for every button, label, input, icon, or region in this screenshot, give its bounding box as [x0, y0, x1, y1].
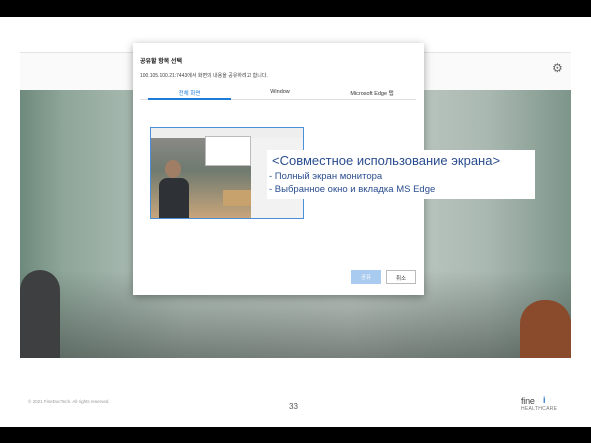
bottom-letterbox — [0, 427, 591, 443]
dialog-subtitle: 100.105.100.21:7443에서 화면의 내용을 공유하려고 합니다. — [140, 73, 268, 79]
company-logo: fine i HEALTHCARE — [521, 396, 561, 416]
thumbnail-inner-window — [205, 136, 251, 166]
annotation-callout: <Совместное использование экрана> - Полн… — [267, 150, 535, 199]
logo-wordmark: fine — [521, 396, 535, 406]
thumbnail-picture — [223, 190, 251, 206]
gear-icon[interactable]: ⚙ — [552, 62, 564, 74]
logo-subtext: HEALTHCARE — [521, 406, 558, 412]
logo-mark-icon: i — [543, 395, 546, 405]
dialog-tabs: 전체 화면 Window Microsoft Edge 탭 — [140, 87, 416, 100]
copyright-text: © 2021 FineDocTech. All rights reserved. — [28, 399, 110, 404]
tab-edge[interactable]: Microsoft Edge 탭 — [328, 89, 416, 97]
tab-entire-screen[interactable]: 전체 화면 — [148, 89, 231, 97]
page-number: 33 — [289, 402, 298, 411]
object-shape — [520, 300, 571, 358]
callout-title: <Совместное использование экрана> — [272, 153, 501, 168]
cancel-button[interactable]: 취소 — [386, 270, 416, 284]
active-tab-indicator — [148, 98, 231, 100]
tab-window[interactable]: Window — [240, 89, 320, 95]
person-head — [165, 160, 181, 178]
person-body — [159, 178, 189, 218]
callout-line-1: - Полный экран монитора — [269, 171, 383, 182]
dialog-title: 공유할 항목 선택 — [140, 59, 182, 65]
chair-shape — [20, 270, 60, 358]
top-letterbox — [0, 0, 591, 17]
callout-line-2: - Выбранное окно и вкладка MS Edge — [269, 184, 436, 195]
share-button[interactable]: 공유 — [351, 270, 381, 284]
